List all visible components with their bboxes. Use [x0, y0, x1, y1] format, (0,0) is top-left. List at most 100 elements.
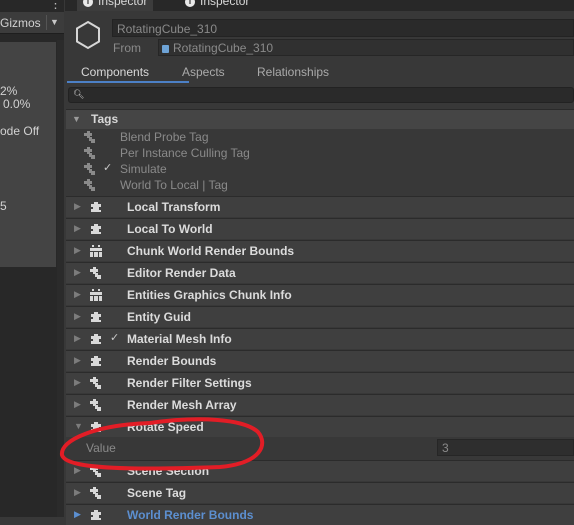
component-label: Entity Guid	[127, 310, 191, 324]
tab-bar: i Inspector i Inspector	[65, 0, 574, 11]
component-label: Material Mesh Info	[127, 332, 232, 346]
component-row[interactable]: ▶ Entity Guid	[66, 306, 574, 327]
component-row[interactable]: ▼ Rotate Speed	[66, 416, 574, 437]
shared-puzzle-icon	[89, 266, 103, 283]
tags-header-label: Tags	[91, 112, 119, 126]
expand-arrow-icon[interactable]: ▶	[74, 223, 81, 234]
component-row[interactable]: ▶ ✓ Material Mesh Info	[66, 328, 574, 349]
gameobject-icon	[162, 45, 169, 53]
component-label: World Render Bounds	[127, 508, 254, 522]
tag-row[interactable]: World To Local | Tag	[66, 177, 574, 193]
tab-components[interactable]: Components	[81, 65, 149, 79]
tab-inspector-1[interactable]: i Inspector	[77, 0, 154, 11]
expand-arrow-icon[interactable]: ▶	[74, 201, 81, 212]
component-label: Scene Tag	[127, 486, 187, 500]
component-label: Entities Graphics Chunk Info	[127, 288, 292, 302]
search-icon: 🔍︎	[73, 89, 85, 99]
scene-view-panel: ⋮ Gizmos ▼ 2% 0.0% ode Off 5	[0, 0, 64, 517]
expand-arrow-icon[interactable]: ▶	[74, 399, 81, 410]
component-row[interactable]: ▶ Chunk World Render Bounds	[66, 240, 574, 261]
chunk-puzzle-icon	[89, 244, 103, 261]
puzzle-icon	[89, 200, 103, 217]
from-value: RotatingCube_310	[173, 41, 274, 55]
entity-hexagon-icon	[76, 20, 100, 50]
puzzle-icon	[89, 354, 103, 371]
component-row[interactable]: ▶ Scene Section	[66, 460, 574, 481]
component-row[interactable]: ▶ Scene Tag	[66, 482, 574, 503]
tab-aspects[interactable]: Aspects	[182, 65, 225, 79]
expand-arrow-icon[interactable]: ▶	[74, 245, 81, 256]
tag-label: Per Instance Culling Tag	[120, 146, 250, 160]
active-tab-indicator	[67, 81, 189, 83]
expand-arrow-icon[interactable]: ▶	[74, 487, 81, 498]
puzzle-icon	[89, 310, 103, 327]
scene-scrollbar[interactable]	[57, 40, 64, 517]
tab-label: Inspector	[98, 0, 148, 8]
enabled-checkbox[interactable]: ✓	[103, 161, 112, 174]
expand-arrow-icon[interactable]: ▶	[74, 333, 81, 344]
tag-label: World To Local | Tag	[120, 178, 228, 192]
gizmos-dropdown-icon[interactable]: ▼	[50, 17, 59, 27]
component-row[interactable]: ▶ Editor Render Data	[66, 262, 574, 283]
expand-arrow-icon[interactable]: ▼	[72, 114, 81, 124]
component-search-input[interactable]: 🔍︎	[68, 87, 574, 103]
expand-arrow-icon[interactable]: ▶	[74, 377, 81, 388]
shared-puzzle-icon	[89, 486, 103, 503]
expand-arrow-icon[interactable]: ▶	[74, 289, 81, 300]
component-row[interactable]: ▶ Local Transform	[66, 196, 574, 217]
stat-value: 0.0%	[3, 97, 31, 111]
expand-arrow-icon[interactable]: ▶	[74, 311, 81, 322]
component-label: Render Filter Settings	[127, 376, 252, 390]
enabled-checkbox[interactable]: ✓	[110, 331, 119, 344]
stat-value: 2%	[0, 84, 18, 98]
expand-arrow-icon[interactable]: ▶	[74, 267, 81, 278]
component-label: Render Mesh Array	[127, 398, 237, 412]
tag-icon	[82, 178, 98, 195]
info-icon: i	[185, 0, 195, 7]
component-row[interactable]: ▶ Render Filter Settings	[66, 372, 574, 393]
puzzle-icon	[89, 420, 103, 437]
tag-row[interactable]: Per Instance Culling Tag	[66, 145, 574, 161]
tag-label: Blend Probe Tag	[120, 130, 209, 144]
expand-arrow-icon[interactable]: ▶	[74, 355, 81, 366]
component-label: Rotate Speed	[127, 420, 204, 434]
component-row[interactable]: ▶ Render Mesh Array	[66, 394, 574, 415]
component-row[interactable]: ▶ World Render Bounds	[66, 504, 574, 525]
component-label: Editor Render Data	[127, 266, 236, 280]
divider	[46, 15, 47, 30]
tag-row[interactable]: Blend Probe Tag	[66, 129, 574, 145]
shared-puzzle-icon	[89, 398, 103, 415]
component-row[interactable]: ▶ Entities Graphics Chunk Info	[66, 284, 574, 305]
info-icon: i	[83, 0, 93, 7]
rotate-speed-value-field[interactable]: 3	[437, 439, 574, 456]
shared-puzzle-icon	[89, 464, 103, 481]
component-row[interactable]: ▶ Render Bounds	[66, 350, 574, 371]
puzzle-icon	[89, 222, 103, 239]
field-label: Value	[86, 441, 116, 455]
tags-section-header[interactable]: ▼ Tags	[66, 109, 574, 129]
more-options-icon[interactable]: ⋮	[49, 0, 62, 12]
rotate-speed-value-row: Value 3	[66, 437, 574, 458]
tag-row[interactable]: ✓ Simulate	[66, 161, 574, 177]
component-label: Local Transform	[127, 200, 221, 214]
collapse-arrow-icon[interactable]: ▼	[74, 421, 83, 431]
tab-relationships[interactable]: Relationships	[257, 65, 329, 79]
component-row[interactable]: ▶ Local To World	[66, 218, 574, 239]
expand-arrow-icon[interactable]: ▶	[74, 465, 81, 476]
tab-inspector-2[interactable]: i Inspector	[185, 0, 249, 11]
component-label: Chunk World Render Bounds	[127, 244, 295, 258]
from-field[interactable]: RotatingCube_310	[158, 39, 574, 56]
tag-label: Simulate	[120, 162, 167, 176]
component-label: Local To World	[127, 222, 213, 236]
tab-label: Inspector	[200, 0, 250, 8]
from-label: From	[113, 41, 141, 55]
shared-puzzle-icon	[89, 376, 103, 393]
entity-name-field[interactable]: RotatingCube_310	[112, 19, 574, 37]
chunk-puzzle-icon	[89, 288, 103, 305]
gizmos-button-label[interactable]: Gizmos	[0, 16, 41, 30]
stats-overlay: 2% 0.0% ode Off 5	[0, 42, 56, 267]
inspector-subtabs: Components Aspects Relationships	[65, 59, 574, 83]
stat-value: 5	[0, 199, 7, 213]
puzzle-icon	[89, 332, 103, 349]
expand-arrow-icon[interactable]: ▶	[74, 509, 81, 520]
